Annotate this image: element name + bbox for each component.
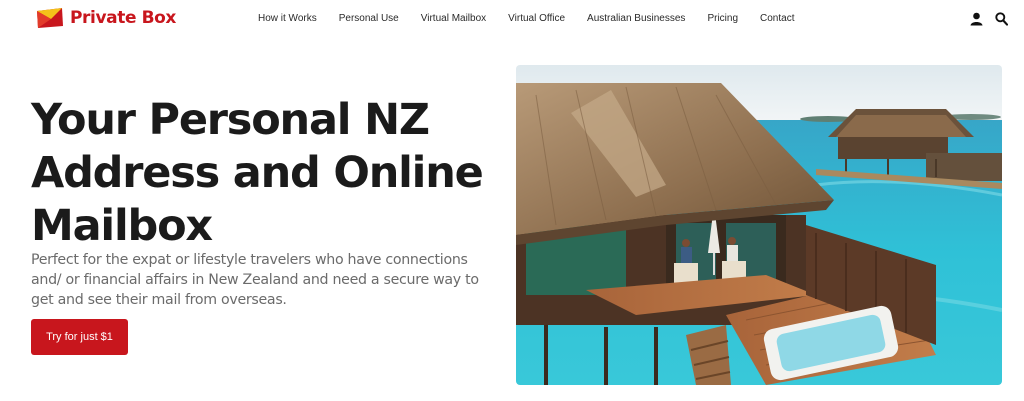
hero-description: Perfect for the expat or lifestyle trave… xyxy=(31,252,479,308)
site-header: Private Box How it Works Personal Use Vi… xyxy=(0,0,1024,40)
hero-title-line: Mailbox xyxy=(31,201,213,251)
brand-logo[interactable]: Private Box xyxy=(36,7,176,29)
search-icon[interactable] xyxy=(995,12,1009,31)
hero-title: Your Personal NZ Address and Online Mail… xyxy=(31,94,501,253)
nav-pricing[interactable]: Pricing xyxy=(707,13,738,25)
overwater-villa-illustration xyxy=(516,65,1002,385)
nav-how-it-works[interactable]: How it Works xyxy=(258,13,317,25)
nav-virtual-mailbox[interactable]: Virtual Mailbox xyxy=(421,13,486,25)
hero-title-line: Address and Online xyxy=(31,148,484,198)
main-nav: How it Works Personal Use Virtual Mailbo… xyxy=(258,13,816,27)
nav-virtual-office[interactable]: Virtual Office xyxy=(508,13,565,25)
hero-title-line: Your Personal NZ xyxy=(31,95,430,145)
hero-image xyxy=(516,65,1002,385)
brand-name: Private Box xyxy=(70,8,177,28)
user-icon[interactable] xyxy=(970,12,983,31)
nav-personal-use[interactable]: Personal Use xyxy=(337,13,400,27)
nav-contact[interactable]: Contact xyxy=(760,13,794,25)
try-for-one-dollar-button[interactable]: Try for just $1 xyxy=(31,319,128,355)
envelope-logo-icon xyxy=(37,8,63,28)
nav-australian-businesses[interactable]: Australian Businesses xyxy=(587,13,685,25)
